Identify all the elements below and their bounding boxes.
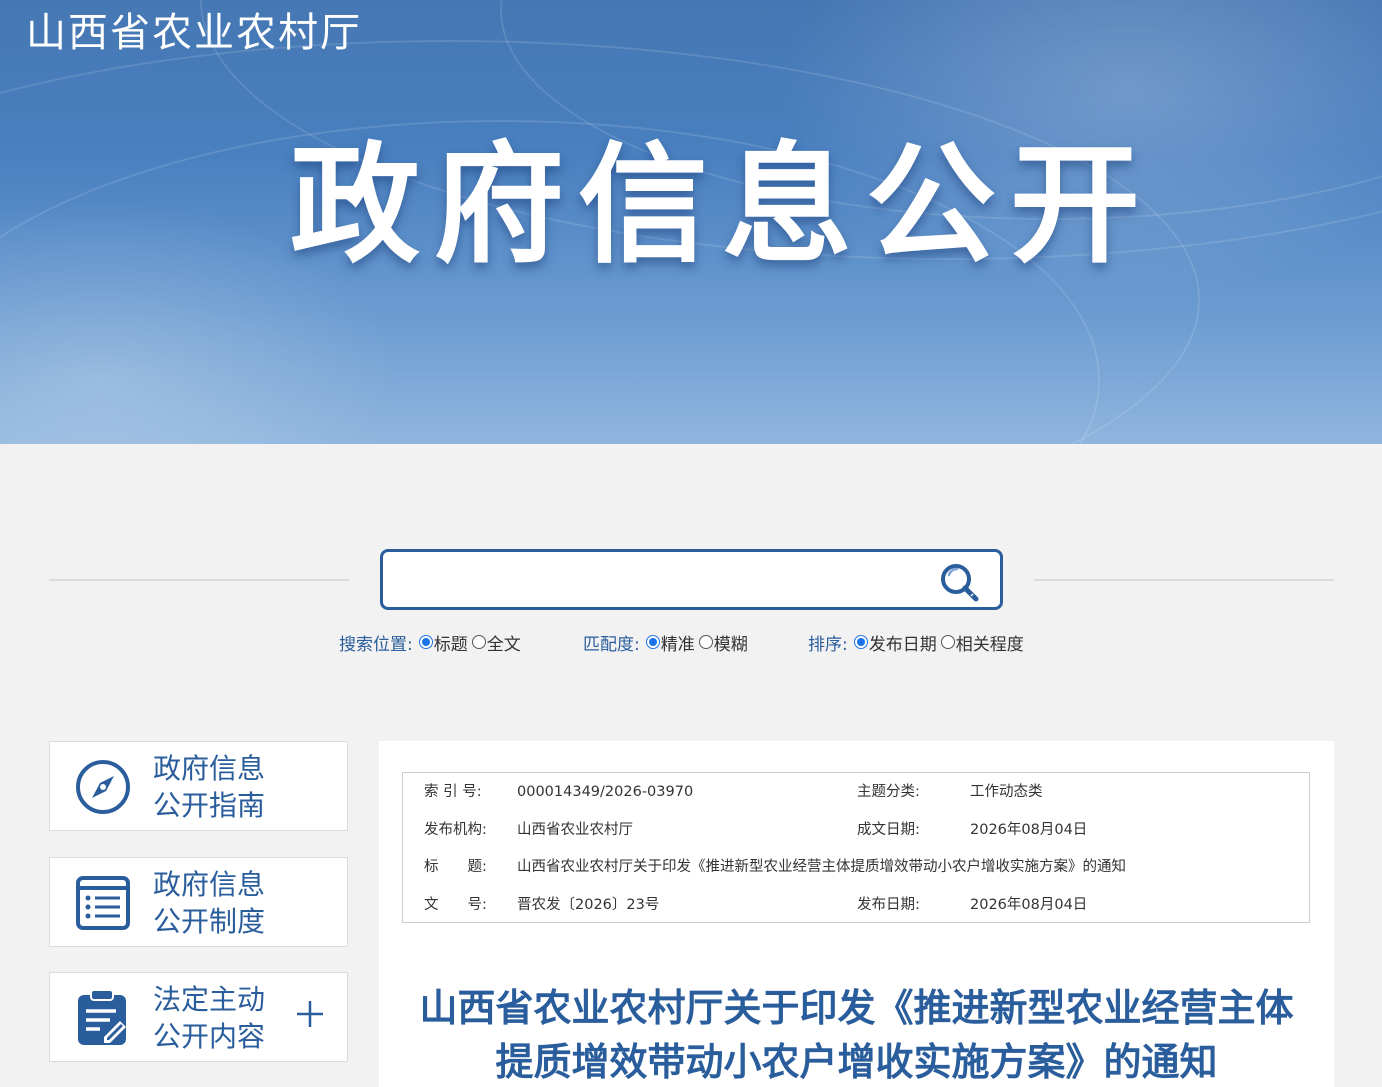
sidebar-item-label: 政府信息 公开指南 [153, 750, 293, 824]
meta-published-label: 发布日期: [857, 897, 920, 913]
radio-fuzzy[interactable] [698, 635, 713, 649]
meta-published-value: 2026年08月04日 [970, 897, 1088, 913]
meta-publisher-label: 发布机构: [424, 822, 487, 838]
sidebar-item-label-line1: 政府信息 [153, 868, 266, 901]
main-area: 搜索位置: 标题 全文 匹配度: 精准 模糊 排序: 发布日期 相关程度 政府信… [4, 444, 1380, 1087]
meta-created-label: 成文日期: [857, 822, 920, 838]
radio-relevance-label[interactable]: 相关程度 [956, 630, 1024, 655]
radio-date[interactable] [853, 635, 868, 649]
page-headline: 政府信息公开 [290, 129, 1155, 281]
document-list-icon [74, 874, 132, 932]
radio-fulltext-label[interactable]: 全文 [487, 630, 521, 655]
search-position-options: 搜索位置: 标题 全文 [339, 630, 525, 655]
radio-relevance[interactable] [940, 635, 955, 649]
radio-fuzzy-label[interactable]: 模糊 [714, 630, 748, 655]
divider-right [1034, 579, 1334, 581]
radio-exact-label[interactable]: 精准 [661, 630, 695, 655]
sort-options: 排序: 发布日期 相关程度 [808, 630, 1028, 655]
meta-topic-value: 工作动态类 [970, 784, 1043, 800]
clipboard-edit-icon [74, 989, 132, 1047]
sidebar-item-label-line2: 公开指南 [153, 789, 266, 822]
sort-label: 排序: [808, 634, 848, 655]
sidebar-item-label: 政府信息 公开制度 [153, 866, 293, 940]
sidebar-item-guide[interactable]: 政府信息 公开指南 [49, 741, 348, 831]
document-title: 山西省农业农村厅关于印发《推进新型农业经营主体 提质增效带动小农户增收实施方案》… [379, 981, 1334, 1087]
meta-row: 文 号: 晋农发〔2026〕23号 发布日期: 2026年08月04日 [403, 886, 1309, 924]
org-name[interactable]: 山西省农业农村厅 [26, 8, 362, 58]
plus-icon[interactable] [295, 999, 325, 1029]
meta-docno-value: 晋农发〔2026〕23号 [517, 897, 660, 913]
sidebar-item-content[interactable]: 法定主动 公开内容 [49, 972, 348, 1062]
compass-icon [74, 758, 132, 816]
sidebar-item-label: 法定主动 公开内容 [153, 981, 293, 1055]
meta-created-value: 2026年08月04日 [970, 822, 1088, 838]
meta-index-value: 000014349/2026-03970 [517, 784, 694, 800]
sidebar-item-system[interactable]: 政府信息 公开制度 [49, 857, 348, 947]
sidebar-item-label-line1: 法定主动 [153, 983, 266, 1016]
sidebar-item-label-line2: 公开内容 [153, 1020, 266, 1053]
sidebar-item-label-line1: 政府信息 [153, 752, 266, 785]
document-title-line1: 山西省农业农村厅关于印发《推进新型农业经营主体 [419, 986, 1294, 1030]
search-position-label: 搜索位置: [339, 634, 413, 655]
meta-row: 发布机构: 山西省农业农村厅 成文日期: 2026年08月04日 [403, 811, 1309, 849]
meta-topic-label: 主题分类: [857, 784, 920, 800]
radio-title-label[interactable]: 标题 [434, 630, 468, 655]
sidebar-item-label-line2: 公开制度 [153, 905, 266, 938]
radio-fulltext[interactable] [471, 635, 486, 649]
meta-docno-label: 文 号: [424, 897, 487, 913]
search-box [380, 549, 1003, 610]
document-title-line2: 提质增效带动小农户增收实施方案》的通知 [495, 1040, 1218, 1084]
meta-row: 索 引 号: 000014349/2026-03970 主题分类: 工作动态类 [403, 773, 1309, 811]
meta-publisher-value: 山西省农业农村厅 [517, 822, 633, 838]
match-label: 匹配度: [583, 634, 640, 655]
radio-title[interactable] [418, 635, 433, 649]
meta-index-label: 索 引 号: [424, 784, 482, 800]
document-panel: 索 引 号: 000014349/2026-03970 主题分类: 工作动态类 … [379, 741, 1334, 1087]
meta-title-label: 标 题: [424, 859, 487, 875]
header-banner: 山西省农业农村厅 政府信息公开 [0, 0, 1382, 444]
meta-title-value: 山西省农业农村厅关于印发《推进新型农业经营主体提质增效带动小农户增收实施方案》的… [517, 859, 1126, 875]
document-meta-table: 索 引 号: 000014349/2026-03970 主题分类: 工作动态类 … [402, 772, 1310, 923]
search-button[interactable] [936, 560, 984, 606]
search-input[interactable] [393, 560, 923, 600]
meta-row: 标 题: 山西省农业农村厅关于印发《推进新型农业经营主体提质增效带动小农户增收实… [403, 848, 1309, 886]
search-icon [941, 564, 979, 602]
radio-date-label[interactable]: 发布日期 [869, 630, 937, 655]
match-options: 匹配度: 精准 模糊 [583, 630, 752, 655]
divider-left [49, 579, 349, 581]
radio-exact[interactable] [645, 635, 660, 649]
